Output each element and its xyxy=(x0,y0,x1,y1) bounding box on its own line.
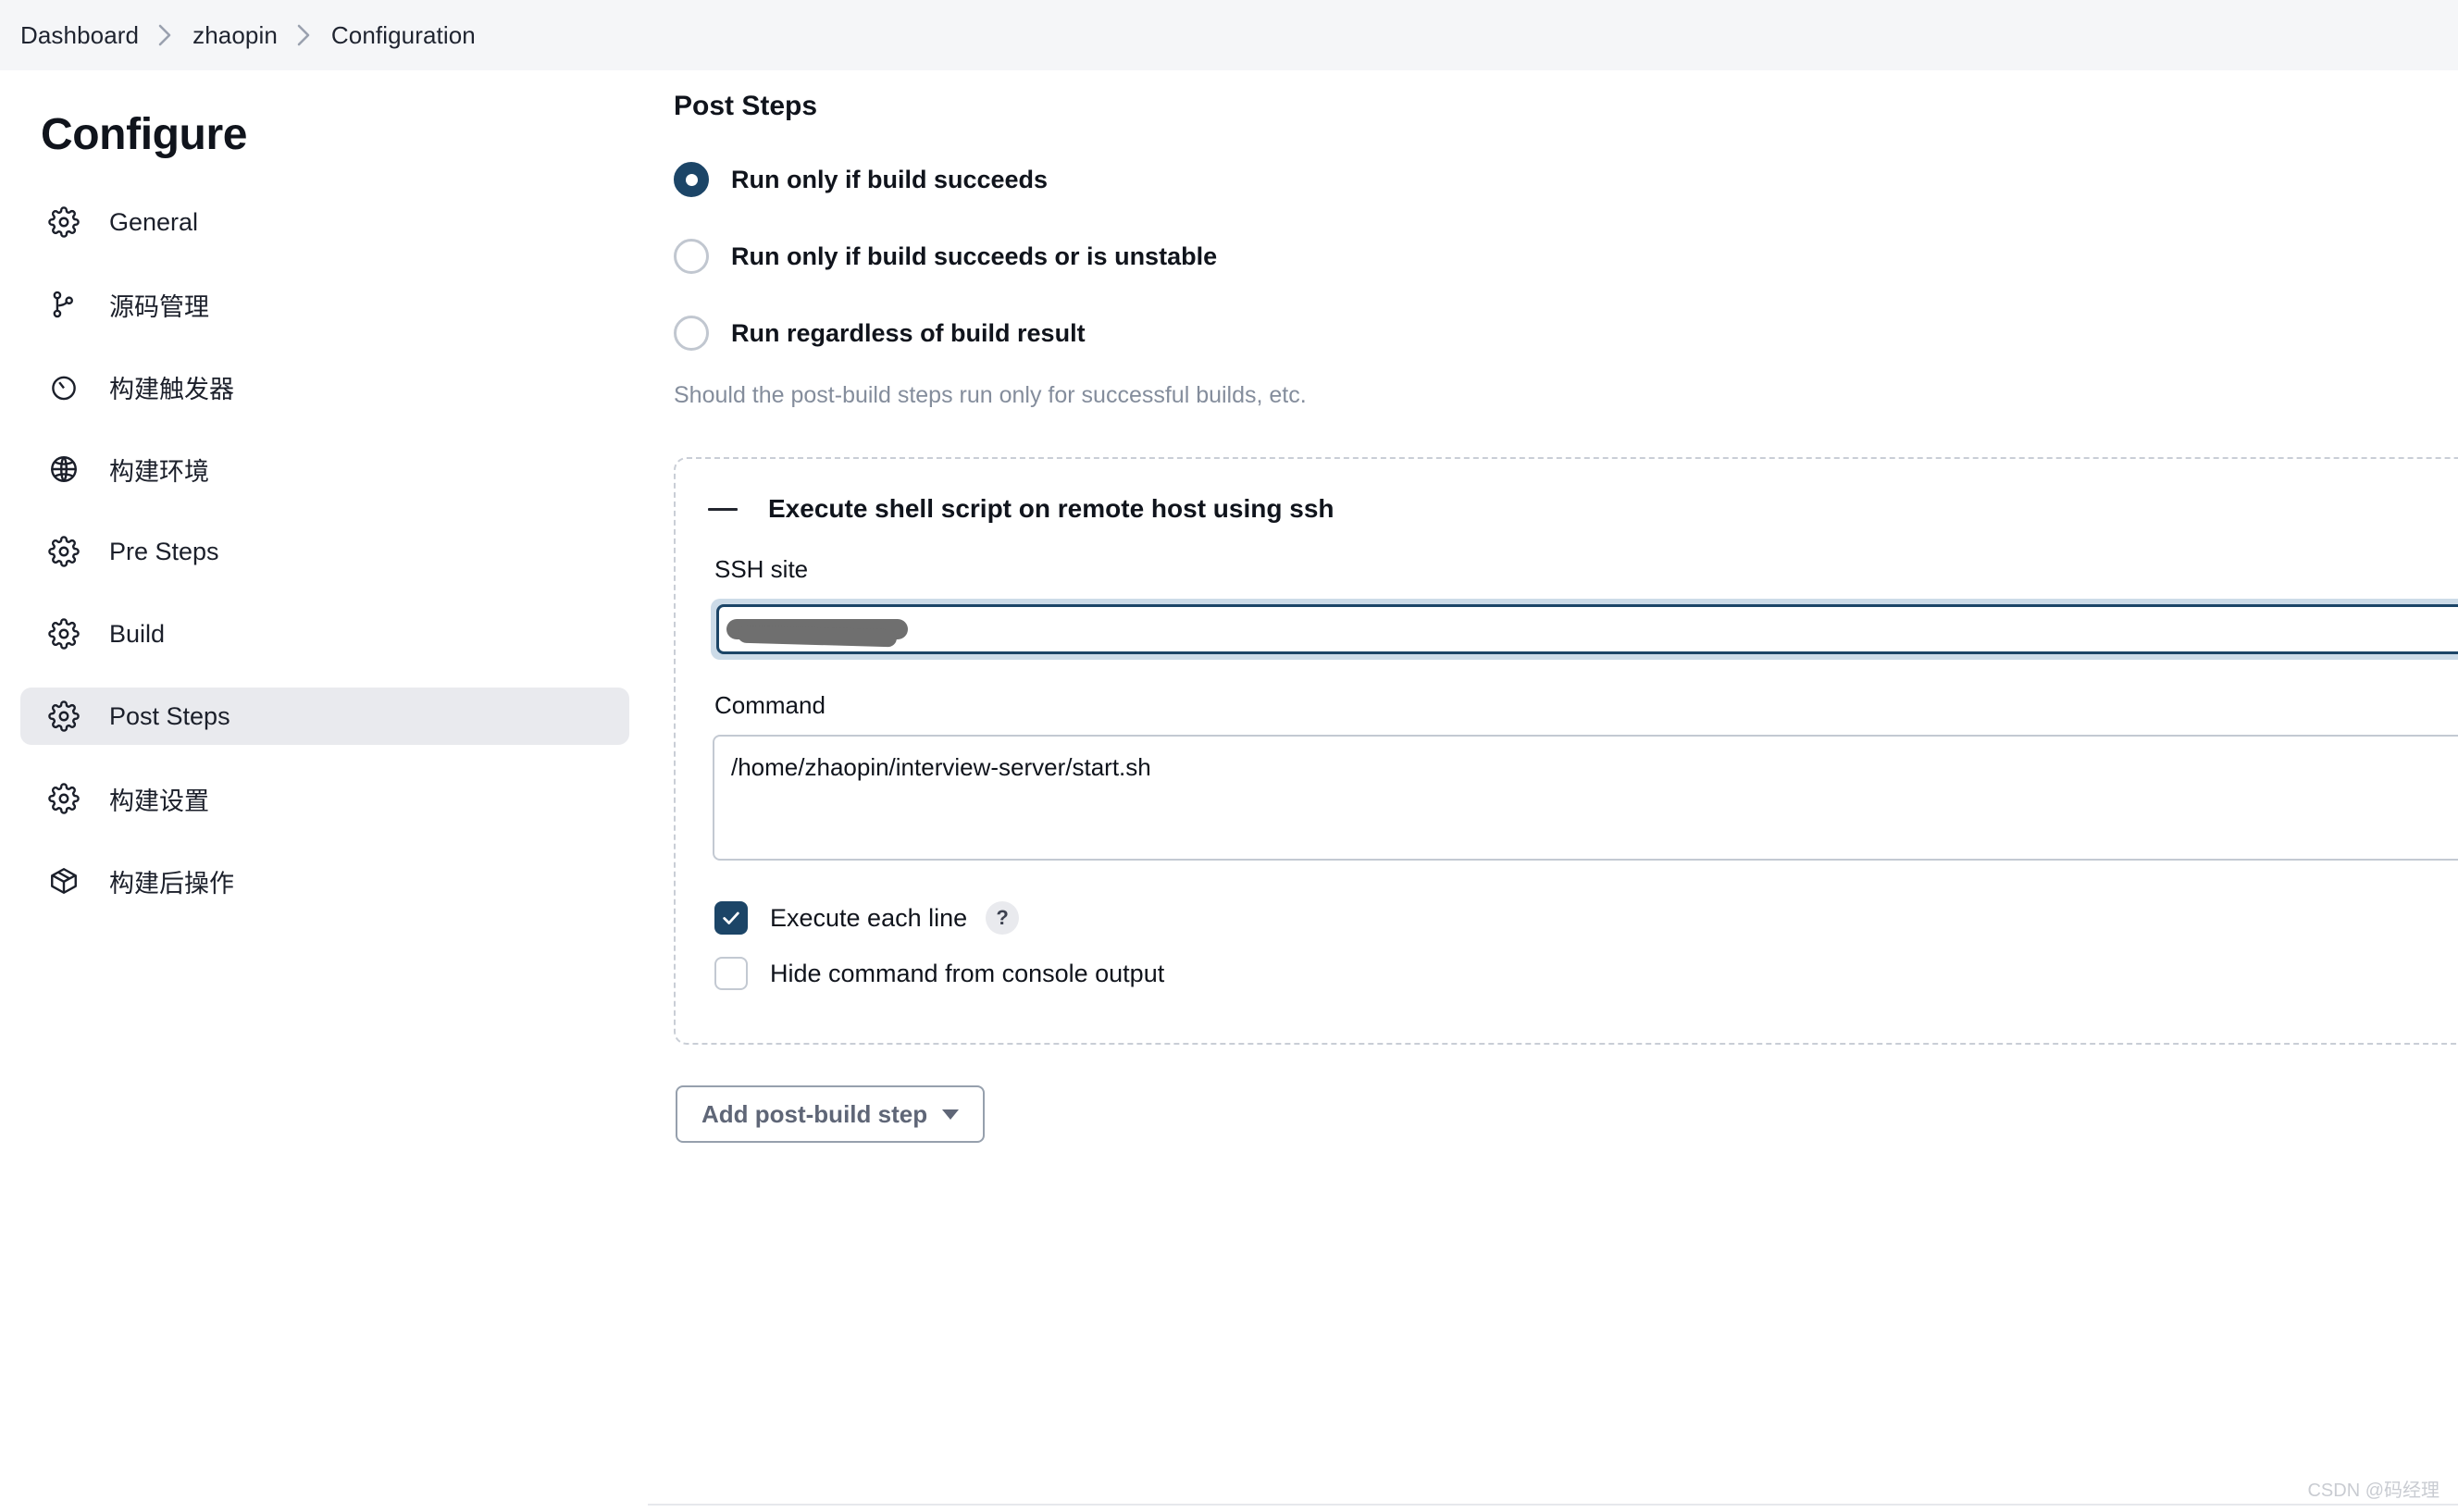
checkbox-indicator[interactable] xyxy=(714,957,748,990)
sidebar-item-build-settings[interactable]: 构建设置 xyxy=(20,770,627,827)
ssh-site-input[interactable] xyxy=(716,604,2458,654)
sidebar-item-build-environment[interactable]: 构建环境 xyxy=(20,440,627,498)
chevron-right-icon xyxy=(157,22,174,48)
radio-label: Run only if build succeeds xyxy=(731,165,1049,193)
breadcrumb-item-dashboard[interactable]: Dashboard xyxy=(20,21,139,50)
command-textarea[interactable] xyxy=(713,735,2458,861)
page-title: Configure xyxy=(41,110,248,159)
ssh-site-focus-ring xyxy=(711,599,2458,660)
radio-help-text: Should the post-build steps run only for… xyxy=(674,382,1307,408)
sidebar-item-pre-steps[interactable]: Pre Steps xyxy=(20,523,627,580)
app-root: Dashboard zhaopin Configuration Configur… xyxy=(0,0,2458,1512)
radio-run-if-succeeds-or-unstable[interactable]: Run only if build succeeds or is unstabl… xyxy=(674,236,2458,277)
sidebar-item-label: Post Steps xyxy=(109,701,230,730)
radio-label: Run only if build succeeds or is unstabl… xyxy=(731,242,1218,270)
radio-run-regardless[interactable]: Run regardless of build result xyxy=(674,313,2458,353)
ssh-site-label: SSH site xyxy=(714,555,809,583)
breadcrumb-item-zhaopin[interactable]: zhaopin xyxy=(192,21,278,50)
sidebar-item-scm[interactable]: 源码管理 xyxy=(20,276,627,333)
watermark: CSDN @码经理 xyxy=(2307,1481,2439,1501)
ssh-site-field: SSH site xyxy=(694,555,2458,660)
sidebar: Configure General 源码管理 构建触发器 构建环境 Pre St… xyxy=(0,70,648,1512)
sidebar-item-label: Pre Steps xyxy=(109,537,219,565)
sidebar-item-build[interactable]: Build xyxy=(20,605,627,663)
sidebar-item-label: 构建环境 xyxy=(109,457,209,486)
checkbox-indicator[interactable] xyxy=(714,901,748,935)
radio-indicator[interactable] xyxy=(674,316,709,351)
gear-icon xyxy=(44,779,83,818)
redaction-mark xyxy=(726,619,908,639)
sidebar-nav: General 源码管理 构建触发器 构建环境 Pre Steps Build … xyxy=(0,193,648,910)
caret-down-icon xyxy=(942,1109,960,1120)
clock-icon xyxy=(44,367,83,406)
command-field: Command xyxy=(694,691,2458,865)
step-title: Execute shell script on remote host usin… xyxy=(768,494,1335,523)
sidebar-item-label: 构建触发器 xyxy=(109,375,234,403)
radio-indicator[interactable] xyxy=(674,162,709,197)
command-label: Command xyxy=(714,691,826,719)
sidebar-item-label: Build xyxy=(109,619,166,648)
sidebar-item-general[interactable]: General xyxy=(20,193,627,251)
gear-icon xyxy=(44,697,83,736)
add-post-build-step-label: Add post-build step xyxy=(701,1099,928,1128)
gear-icon xyxy=(44,532,83,571)
checkbox-execute-each-line[interactable]: Execute each line ? xyxy=(714,897,2458,939)
git-branch-icon xyxy=(44,285,83,324)
sidebar-item-label: 构建后操作 xyxy=(109,869,234,898)
sidebar-item-post-build-actions[interactable]: 构建后操作 xyxy=(20,852,627,910)
globe-icon xyxy=(44,450,83,489)
checkbox-hide-command[interactable]: Hide command from console output xyxy=(714,952,2458,995)
step-header: Execute shell script on remote host usin… xyxy=(694,487,2458,531)
checkbox-label: Execute each line xyxy=(770,903,968,932)
breadcrumb-item-configuration[interactable]: Configuration xyxy=(331,21,476,50)
sidebar-item-build-triggers[interactable]: 构建触发器 xyxy=(20,358,627,415)
package-icon xyxy=(44,861,83,900)
build-result-radio-group: Run only if build succeeds Run only if b… xyxy=(648,159,2458,353)
add-post-build-step-button[interactable]: Add post-build step xyxy=(676,1085,986,1143)
main-content: Post Steps Run only if build succeeds Ru… xyxy=(648,70,2458,1512)
gear-icon xyxy=(44,203,83,242)
radio-label: Run regardless of build result xyxy=(731,318,1086,347)
sidebar-item-label: 构建设置 xyxy=(109,787,209,815)
sidebar-item-label: General xyxy=(109,207,199,236)
footer-divider xyxy=(648,1504,2458,1506)
section-title: Post Steps xyxy=(674,91,818,121)
chevron-right-icon-2 xyxy=(296,22,313,48)
breadcrumb: Dashboard zhaopin Configuration xyxy=(0,0,2458,70)
radio-run-if-succeeds[interactable]: Run only if build succeeds xyxy=(674,159,2458,200)
sidebar-item-label: 源码管理 xyxy=(109,292,209,321)
help-badge-icon[interactable]: ? xyxy=(986,901,1020,935)
post-build-step-panel: Execute shell script on remote host usin… xyxy=(674,457,2458,1045)
sidebar-item-post-steps[interactable]: Post Steps xyxy=(20,688,629,745)
hamburger-drag-icon[interactable] xyxy=(703,490,742,528)
gear-icon xyxy=(44,614,83,653)
checkbox-label: Hide command from console output xyxy=(770,959,1165,987)
radio-indicator[interactable] xyxy=(674,239,709,274)
